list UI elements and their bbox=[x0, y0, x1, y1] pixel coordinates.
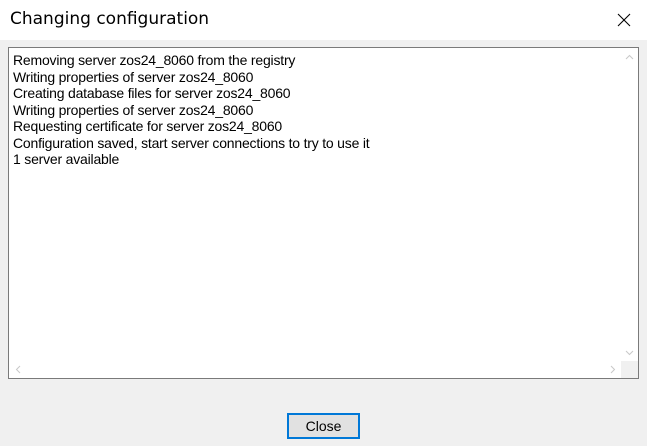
close-window-button[interactable] bbox=[601, 0, 647, 40]
chevron-up-icon bbox=[625, 54, 634, 60]
chevron-down-icon bbox=[625, 350, 634, 356]
log-line: Requesting certificate for server zos24_… bbox=[13, 118, 283, 134]
dialog-window: Changing configuration Removing server z… bbox=[0, 0, 647, 446]
log-content: Removing server zos24_8060 from the regi… bbox=[13, 52, 618, 168]
log-line: Writing properties of server zos24_8060 bbox=[13, 68, 254, 85]
scroll-right-button[interactable] bbox=[604, 361, 621, 378]
dialog-footer: Close bbox=[0, 386, 647, 446]
close-button[interactable]: Close bbox=[287, 413, 360, 439]
vertical-scrollbar[interactable] bbox=[621, 48, 638, 361]
scroll-down-button[interactable] bbox=[621, 344, 638, 361]
log-textbox[interactable]: Removing server zos24_8060 from the regi… bbox=[8, 47, 639, 379]
chevron-left-icon bbox=[15, 365, 21, 374]
window-title: Changing configuration bbox=[10, 9, 210, 29]
chevron-right-icon bbox=[610, 365, 616, 374]
log-line: Removing server zos24_8060 from the regi… bbox=[13, 52, 296, 68]
horizontal-scrollbar[interactable] bbox=[9, 361, 621, 378]
log-line: Configuration saved, start server connec… bbox=[13, 134, 370, 151]
title-bar[interactable]: Changing configuration bbox=[0, 0, 647, 40]
log-line: 1 server available bbox=[13, 151, 120, 167]
close-x-icon bbox=[617, 13, 631, 27]
log-line: Creating database files for server zos24… bbox=[13, 85, 291, 101]
scroll-up-button[interactable] bbox=[621, 48, 638, 65]
scroll-left-button[interactable] bbox=[9, 361, 26, 378]
scrollbar-corner bbox=[621, 361, 638, 378]
log-line: Writing properties of server zos24_8060 bbox=[13, 101, 254, 118]
